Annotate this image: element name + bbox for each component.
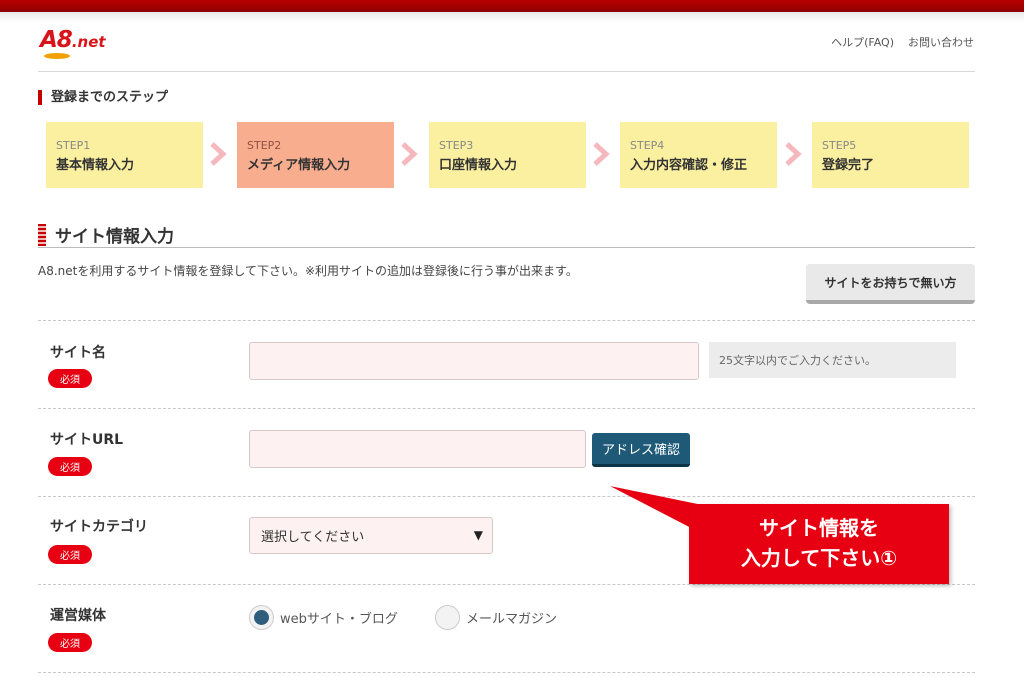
header-links: ヘルプ(FAQ) お問い合わせ (831, 34, 974, 50)
media-option-label: webサイト・ブログ (280, 612, 398, 627)
site-name-input[interactable] (249, 342, 699, 380)
step-2: STEP2 メディア情報入力 (237, 122, 394, 188)
radio-unchecked-icon[interactable] (435, 605, 460, 630)
section-mark-icon (38, 223, 46, 246)
contact-link[interactable]: お問い合わせ (908, 34, 974, 50)
media-option-label: メールマガジン (466, 612, 558, 627)
section-divider (38, 247, 975, 248)
step-arrow-icon (210, 142, 227, 166)
site-url-label: サイトURL (50, 432, 124, 448)
step-arrow-icon (401, 142, 418, 166)
step-number: STEP3 (439, 139, 474, 152)
step-1: STEP1 基本情報入力 (46, 122, 203, 188)
step-number: STEP4 (630, 139, 665, 152)
step-5: STEP5 登録完了 (812, 122, 969, 188)
media-option-website[interactable]: webサイト・ブログ (249, 605, 398, 630)
steps-title: 登録までのステップ (38, 90, 168, 105)
dropdown-caret-icon: ▼ (473, 528, 483, 542)
callout-box: サイト情報を 入力して下さい① (689, 504, 949, 584)
media-option-mailmagazine[interactable]: メールマガジン (435, 605, 557, 630)
address-check-button[interactable]: アドレス確認 (592, 433, 690, 467)
top-brand-bar (0, 0, 1024, 12)
step-label: 基本情報入力 (56, 158, 135, 173)
top-bar-shadow (0, 12, 1024, 22)
step-arrow-icon (593, 142, 610, 166)
media-label: 運営媒体 (50, 608, 106, 624)
step-number: STEP2 (247, 139, 282, 152)
step-label: 入力内容確認・修正 (630, 158, 748, 173)
site-category-selected: 選択してください (261, 530, 365, 545)
row-divider (38, 320, 975, 321)
row-divider (38, 408, 975, 409)
step-number: STEP1 (56, 139, 91, 152)
section-title: サイト情報入力 (38, 222, 174, 247)
step-label: 口座情報入力 (439, 158, 518, 173)
callout-line-2: 入力して下さい① (740, 546, 898, 570)
help-faq-link[interactable]: ヘルプ(FAQ) (831, 34, 894, 50)
step-label: 登録完了 (822, 158, 875, 173)
logo-text: A8.net (40, 27, 106, 53)
required-badge: 必須 (48, 457, 92, 476)
site-url-input[interactable] (249, 430, 586, 468)
step-label: メディア情報入力 (247, 158, 351, 173)
section-title-text: サイト情報入力 (55, 227, 174, 247)
step-3: STEP3 口座情報入力 (429, 122, 586, 188)
header-divider (38, 71, 975, 72)
required-badge: 必須 (48, 545, 92, 564)
required-badge: 必須 (48, 633, 92, 652)
row-divider (38, 672, 975, 673)
callout-line-1: サイト情報を (759, 516, 879, 540)
site-category-label: サイトカテゴリ (50, 519, 148, 535)
step-arrow-icon (785, 142, 802, 166)
logo-swoosh-icon (44, 53, 70, 59)
step-4: STEP4 入力内容確認・修正 (620, 122, 777, 188)
site-name-label: サイト名 (50, 345, 106, 361)
section-description: A8.netを利用するサイト情報を登録して下さい。※利用サイトの追加は登録後に行… (38, 264, 578, 278)
required-badge: 必須 (48, 369, 92, 388)
site-category-select[interactable]: 選択してください ▼ (249, 517, 493, 554)
site-name-hint: 25文字以内でご入力ください。 (709, 342, 956, 378)
radio-checked-icon[interactable] (249, 605, 274, 630)
step-number: STEP5 (822, 139, 857, 152)
no-site-button[interactable]: サイトをお持ちで無い方 (806, 264, 975, 304)
a8net-logo[interactable]: A8.net (40, 27, 120, 61)
